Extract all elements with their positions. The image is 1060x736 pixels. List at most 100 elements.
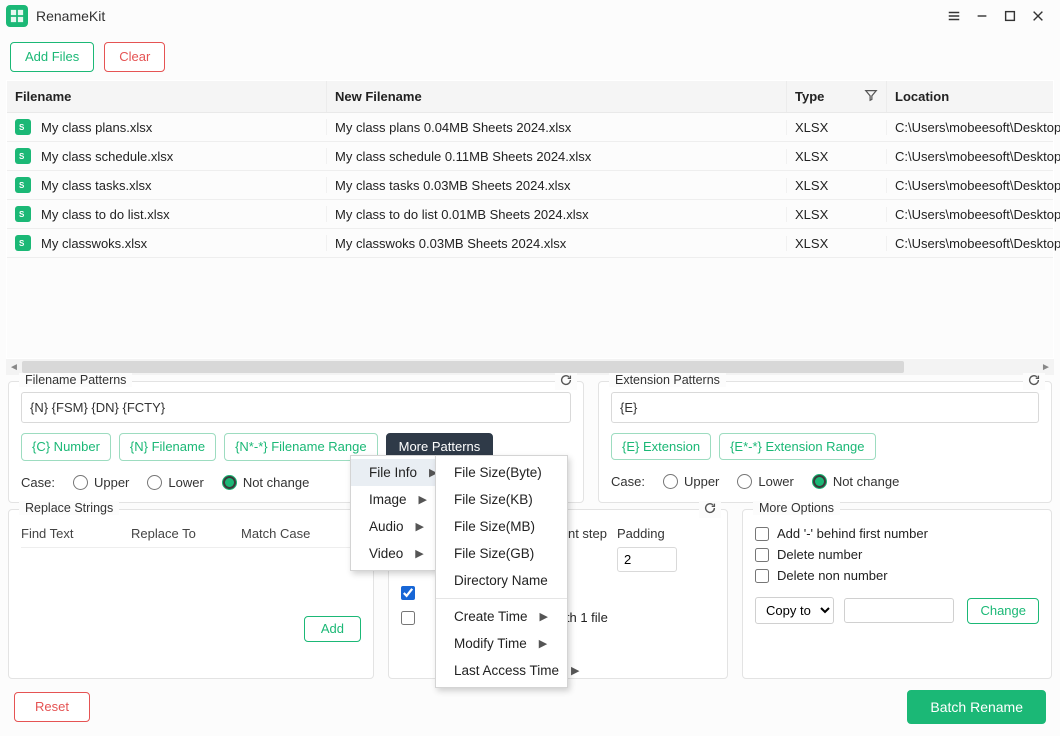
table-header: Filename New Filename Type Location bbox=[7, 81, 1053, 113]
table-row[interactable]: SMy class schedule.xlsx My class schedul… bbox=[7, 142, 1053, 171]
extension-pattern-input[interactable] bbox=[611, 392, 1039, 423]
menu-image[interactable]: Image▶ bbox=[351, 486, 437, 513]
pill-filename[interactable]: {N} Filename bbox=[119, 433, 216, 461]
cell-new-filename: My class schedule 0.11MB Sheets 2024.xls… bbox=[327, 149, 787, 164]
xlsx-icon: S bbox=[15, 206, 31, 222]
pill-extension-range[interactable]: {E*-*} Extension Range bbox=[719, 433, 875, 460]
filter-icon[interactable] bbox=[864, 88, 878, 105]
menu-size-byte[interactable]: File Size(Byte) bbox=[436, 459, 567, 486]
extension-patterns-panel: Extension Patterns {E} Extension {E*-*} … bbox=[598, 381, 1052, 503]
horizontal-scrollbar[interactable]: ◄ ► bbox=[6, 359, 1054, 375]
opt-delete-non-number[interactable]: Delete non number bbox=[755, 568, 1039, 583]
cell-new-filename: My class to do list 0.01MB Sheets 2024.x… bbox=[327, 207, 787, 222]
cell-new-filename: My class plans 0.04MB Sheets 2024.xlsx bbox=[327, 120, 787, 135]
reset-button[interactable]: Reset bbox=[14, 692, 90, 722]
refresh-icon[interactable] bbox=[699, 501, 721, 518]
menu-modify-time[interactable]: Modify Time▶ bbox=[436, 630, 567, 657]
cell-location: C:\Users\mobeesoft\Desktop\ bbox=[887, 207, 1060, 222]
refresh-icon[interactable] bbox=[555, 373, 577, 390]
case-nochange[interactable]: Not change bbox=[222, 475, 310, 490]
cell-new-filename: My class tasks 0.03MB Sheets 2024.xlsx bbox=[327, 178, 787, 193]
add-files-button[interactable]: Add Files bbox=[10, 42, 94, 72]
menu-size-gb[interactable]: File Size(GB) bbox=[436, 540, 567, 567]
increment-opt2-label: ith 1 file bbox=[563, 610, 608, 625]
case-upper[interactable]: Upper bbox=[73, 475, 129, 490]
th-location[interactable]: Location bbox=[887, 81, 1060, 112]
cell-type: XLSX bbox=[787, 178, 887, 193]
table-row[interactable]: S My class tasks.xlsx My class tasks 0.03… bbox=[7, 171, 1053, 200]
filename-pattern-input[interactable] bbox=[21, 392, 571, 423]
app-icon bbox=[6, 5, 28, 27]
cell-new-filename: My classwoks 0.03MB Sheets 2024.xlsx bbox=[327, 236, 787, 251]
panel-title: More Options bbox=[753, 501, 840, 515]
menu-access-time[interactable]: Last Access Time▶ bbox=[436, 657, 567, 684]
chevron-right-icon: ▶ bbox=[540, 610, 548, 623]
cell-type: XLSX bbox=[787, 207, 887, 222]
case-nochange[interactable]: Not change bbox=[812, 474, 900, 489]
chevron-right-icon: ▶ bbox=[419, 493, 427, 506]
th-type[interactable]: Type bbox=[787, 81, 887, 112]
svg-text:S: S bbox=[19, 210, 25, 219]
svg-text:S: S bbox=[19, 152, 25, 161]
clear-button[interactable]: Clear bbox=[104, 42, 165, 72]
cell-location: C:\Users\mobeesoft\Desktop\ bbox=[887, 120, 1060, 135]
opt-delete-number[interactable]: Delete number bbox=[755, 547, 1039, 562]
case-lower[interactable]: Lower bbox=[147, 475, 203, 490]
chevron-right-icon: ▶ bbox=[571, 664, 579, 677]
minimize-button[interactable] bbox=[968, 2, 996, 30]
svg-text:S: S bbox=[19, 239, 25, 248]
panel-title: Extension Patterns bbox=[609, 373, 726, 387]
close-button[interactable] bbox=[1024, 2, 1052, 30]
th-filename[interactable]: Filename bbox=[7, 81, 327, 112]
table-row[interactable]: SMy class to do list.xlsx My class to do… bbox=[7, 200, 1053, 229]
panel-title: Replace Strings bbox=[19, 501, 119, 515]
th-filename-label: Filename bbox=[15, 89, 71, 104]
copy-move-select[interactable]: Copy to bbox=[755, 597, 834, 624]
cell-type: XLSX bbox=[787, 149, 887, 164]
cell-filename: My class plans.xlsx bbox=[41, 120, 152, 135]
refresh-icon[interactable] bbox=[1023, 373, 1045, 390]
checkbox-icon[interactable] bbox=[401, 586, 415, 600]
cell-filename: My class tasks.xlsx bbox=[41, 178, 152, 193]
case-label: Case: bbox=[21, 475, 55, 490]
menu-size-mb[interactable]: File Size(MB) bbox=[436, 513, 567, 540]
menu-audio[interactable]: Audio▶ bbox=[351, 513, 437, 540]
scroll-thumb[interactable] bbox=[22, 361, 904, 373]
top-actions: Add Files Clear bbox=[0, 32, 1060, 80]
checkbox-icon[interactable] bbox=[401, 611, 415, 625]
padding-input[interactable] bbox=[617, 547, 677, 572]
chevron-right-icon: ▶ bbox=[415, 547, 423, 560]
xlsx-icon: S bbox=[15, 235, 31, 251]
th-new-filename[interactable]: New Filename bbox=[327, 81, 787, 112]
add-replace-button[interactable]: Add bbox=[304, 616, 361, 642]
col-match: Match Case bbox=[241, 526, 361, 541]
case-lower[interactable]: Lower bbox=[737, 474, 793, 489]
table-row[interactable]: S My class plans.xlsx My class plans 0.04… bbox=[7, 113, 1053, 142]
more-options-panel: More Options Add '-' behind first number… bbox=[742, 509, 1052, 679]
opt-add-dash[interactable]: Add '-' behind first number bbox=[755, 526, 1039, 541]
case-label: Case: bbox=[611, 474, 645, 489]
case-upper[interactable]: Upper bbox=[663, 474, 719, 489]
change-button[interactable]: Change bbox=[967, 598, 1039, 624]
destination-input[interactable] bbox=[844, 598, 954, 623]
maximize-button[interactable] bbox=[996, 2, 1024, 30]
xlsx-icon: S bbox=[15, 177, 31, 193]
menu-create-time[interactable]: Create Time▶ bbox=[436, 603, 567, 630]
menu-icon[interactable] bbox=[940, 2, 968, 30]
batch-rename-button[interactable]: Batch Rename bbox=[907, 690, 1046, 724]
menu-size-kb[interactable]: File Size(KB) bbox=[436, 486, 567, 513]
menu-video[interactable]: Video▶ bbox=[351, 540, 437, 567]
replace-body bbox=[21, 548, 361, 610]
pill-extension[interactable]: {E} Extension bbox=[611, 433, 711, 460]
chevron-right-icon: ▶ bbox=[539, 637, 547, 650]
pill-number[interactable]: {C} Number bbox=[21, 433, 111, 461]
more-patterns-menu: File Info▶ Image▶ Audio▶ Video▶ bbox=[350, 455, 436, 571]
panel-title: Filename Patterns bbox=[19, 373, 132, 387]
table-row[interactable]: SMy classwoks.xlsx My classwoks 0.03MB S… bbox=[7, 229, 1053, 258]
table-blank bbox=[7, 258, 1053, 358]
menu-file-info[interactable]: File Info▶ bbox=[351, 459, 437, 486]
app-title: RenameKit bbox=[36, 8, 105, 24]
col-find: Find Text bbox=[21, 526, 131, 541]
svg-text:S: S bbox=[19, 123, 25, 132]
menu-dirname[interactable]: Directory Name bbox=[436, 567, 567, 594]
